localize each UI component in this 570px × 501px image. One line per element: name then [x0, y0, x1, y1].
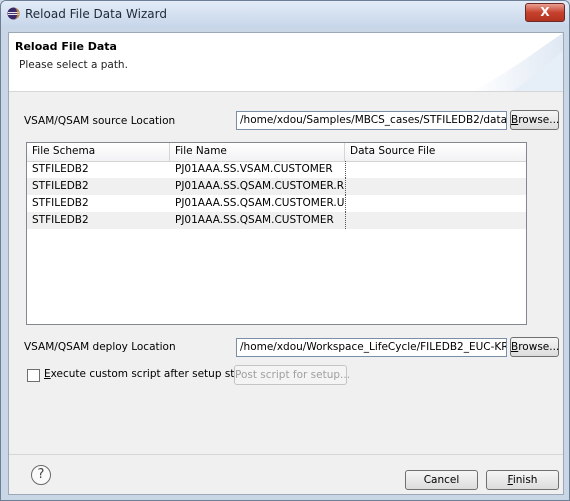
deploy-location-field[interactable]: /home/xdou/Workspace_LifeCycle/FILEDB2_E… — [236, 338, 507, 357]
close-button[interactable]: X — [525, 3, 565, 22]
cell-file-name: PJ01AAA.SS.QSAM.CUSTOMER — [175, 214, 334, 226]
help-icon[interactable]: ? — [31, 465, 51, 485]
banner-decoration — [473, 33, 563, 91]
column-header-file-name[interactable]: File Name — [170, 143, 345, 161]
wizard-window: Reload File Data Wizard X Reload File Da… — [0, 0, 570, 501]
eclipse-icon — [7, 7, 20, 20]
cell-file-schema: STFILEDB2 — [32, 163, 89, 175]
table-row[interactable]: STFILEDB2 PJ01AAA.SS.QSAM.CUSTOMER.UPDAT — [27, 195, 526, 212]
cell-data-source-file[interactable] — [345, 195, 526, 212]
page-description: Please select a path. — [19, 59, 128, 71]
cell-file-schema: STFILEDB2 — [32, 197, 89, 209]
cell-data-source-file[interactable] — [345, 212, 526, 229]
execute-script-label[interactable]: Execute custom script after setup steps — [44, 368, 253, 380]
table-row[interactable]: STFILEDB2 PJ01AAA.SS.QSAM.CUSTOMER.REPOF — [27, 178, 526, 195]
cell-file-name: PJ01AAA.SS.VSAM.CUSTOMER — [175, 163, 333, 175]
column-header-file-schema[interactable]: File Schema — [27, 143, 170, 161]
title-bar: Reload File Data Wizard X — [1, 1, 569, 27]
cancel-button[interactable]: Cancel — [405, 470, 478, 490]
finish-button[interactable]: Finish — [486, 470, 559, 490]
deploy-location-label: VSAM/QSAM deploy Location — [24, 341, 176, 353]
close-icon: X — [540, 5, 550, 19]
cell-file-schema: STFILEDB2 — [32, 180, 89, 192]
source-location-field[interactable]: /home/xdou/Samples/MBCS_cases/STFILEDB2/… — [236, 111, 507, 130]
wizard-client-area: Reload File Data Please select a path. V… — [8, 32, 564, 495]
file-table[interactable]: File Schema File Name Data Source File S… — [26, 142, 527, 325]
source-location-label: VSAM/QSAM source Location — [24, 115, 176, 127]
source-browse-button[interactable]: Browse... — [510, 110, 559, 130]
wizard-banner: Reload File Data Please select a path. — [9, 33, 563, 92]
page-title: Reload File Data — [15, 40, 117, 53]
table-row[interactable]: STFILEDB2 PJ01AAA.SS.VSAM.CUSTOMER — [27, 161, 526, 178]
table-header: File Schema File Name Data Source File — [27, 143, 526, 162]
deploy-browse-button[interactable]: Browse... — [510, 337, 559, 357]
column-header-data-source-file[interactable]: Data Source File — [345, 143, 526, 161]
execute-script-checkbox[interactable] — [27, 369, 40, 382]
footer-divider — [9, 454, 563, 455]
table-row[interactable]: STFILEDB2 PJ01AAA.SS.QSAM.CUSTOMER — [27, 212, 526, 229]
cell-file-name: PJ01AAA.SS.QSAM.CUSTOMER.REPOF — [175, 180, 345, 192]
cell-data-source-file[interactable] — [345, 161, 526, 178]
post-script-button[interactable]: Post script for setup... — [234, 365, 350, 385]
cell-data-source-file[interactable] — [345, 178, 526, 195]
cell-file-schema: STFILEDB2 — [32, 214, 89, 226]
window-title: Reload File Data Wizard — [25, 7, 167, 21]
cell-file-name: PJ01AAA.SS.QSAM.CUSTOMER.UPDAT — [175, 197, 345, 209]
